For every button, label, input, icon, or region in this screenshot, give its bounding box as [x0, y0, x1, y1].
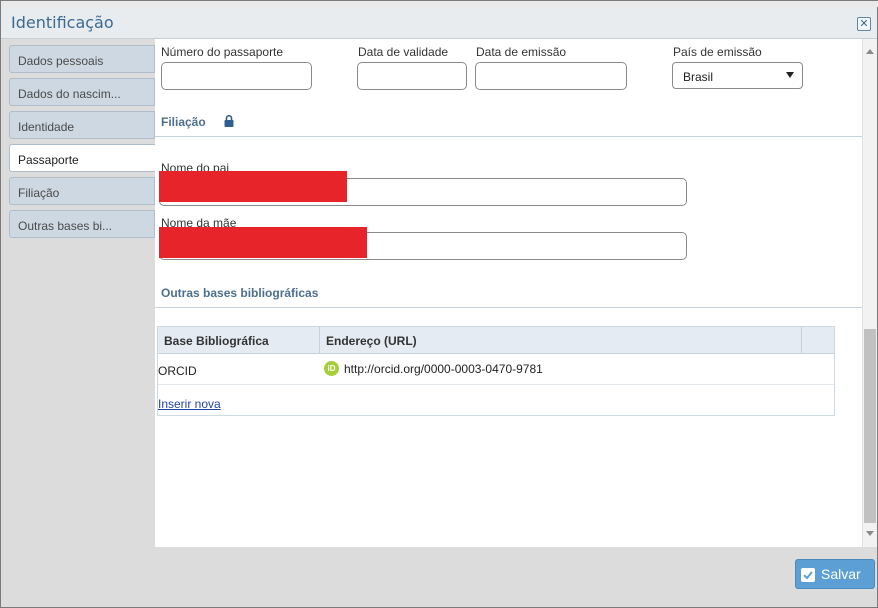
sidebar-item-label: Filiação — [18, 186, 60, 200]
scroll-down-icon[interactable] — [866, 531, 874, 536]
passport-number-input[interactable] — [161, 62, 312, 90]
cell-base: ORCID — [158, 364, 197, 378]
redaction-bar — [159, 171, 347, 202]
sidebar-item-identidade[interactable]: Identidade — [9, 111, 155, 139]
sidebar-item-dados-pessoais[interactable]: Dados pessoais — [9, 45, 155, 73]
orcid-icon: iD — [324, 361, 339, 376]
dropdown-arrow-icon — [786, 72, 794, 78]
sidebar-item-label: Identidade — [18, 120, 75, 134]
issue-country-select[interactable]: Brasil — [672, 62, 803, 89]
column-header-url[interactable]: Endereço (URL) — [320, 327, 802, 354]
passport-number-label: Número do passaporte — [161, 45, 284, 59]
issue-country-value: Brasil — [683, 70, 714, 84]
save-label: Salvar — [821, 566, 861, 582]
issue-date-label: Data de emissão — [476, 45, 567, 59]
sidebar-item-outras-bases[interactable]: Outras bases bi... — [9, 210, 155, 238]
table-header: Base Bibliográfica Endereço (URL) — [158, 327, 834, 354]
dialog-title: Identificação — [11, 13, 114, 32]
vertical-scrollbar[interactable] — [862, 39, 877, 547]
validity-date-input[interactable] — [357, 62, 467, 90]
scroll-up-icon[interactable] — [866, 49, 874, 54]
sidebar-item-passaporte[interactable]: Passaporte — [9, 144, 156, 172]
redaction-bar — [159, 227, 367, 258]
sidebar-item-filiacao[interactable]: Filiação — [9, 177, 155, 205]
sidebar: Dados pessoais Dados do nascim... Identi… — [9, 45, 156, 243]
main-content[interactable]: Número do passaporte Data de validade Da… — [155, 39, 862, 547]
sidebar-item-label: Dados do nascim... — [18, 87, 121, 101]
cell-url[interactable]: http://orcid.org/0000-0003-0470-9781 — [344, 362, 543, 376]
sidebar-item-label: Outras bases bi... — [18, 219, 113, 233]
column-header-base[interactable]: Base Bibliográfica — [158, 327, 320, 354]
issue-date-input[interactable] — [475, 62, 627, 90]
checkmark-icon — [801, 568, 815, 582]
issue-country-label: País de emissão — [673, 45, 762, 59]
dialog-window: Identificação ✕ Dados pessoais Dados do … — [0, 0, 878, 608]
table-row[interactable]: ORCID iD http://orcid.org/0000-0003-0470… — [158, 355, 834, 385]
sidebar-item-label: Dados pessoais — [18, 54, 104, 68]
scroll-thumb[interactable] — [864, 329, 876, 523]
sidebar-item-label: Passaporte — [18, 153, 79, 167]
section-title-outras-bases: Outras bases bibliográficas — [161, 286, 319, 300]
insert-new-link[interactable]: Inserir nova — [158, 397, 221, 411]
close-icon[interactable]: ✕ — [857, 17, 871, 31]
section-outras-bases: Outras bases bibliográficas — [155, 282, 862, 308]
lock-icon — [224, 115, 234, 127]
title-bar: Identificação ✕ — [1, 7, 877, 39]
section-title-filiacao: Filiação — [161, 115, 206, 129]
sidebar-item-dados-nascimento[interactable]: Dados do nascim... — [9, 78, 155, 106]
bibliographic-table: Base Bibliográfica Endereço (URL) ORCID … — [157, 326, 835, 416]
validity-date-label: Data de validade — [358, 45, 449, 59]
save-button[interactable]: Salvar — [795, 559, 875, 589]
section-filiacao: Filiação — [155, 111, 862, 137]
